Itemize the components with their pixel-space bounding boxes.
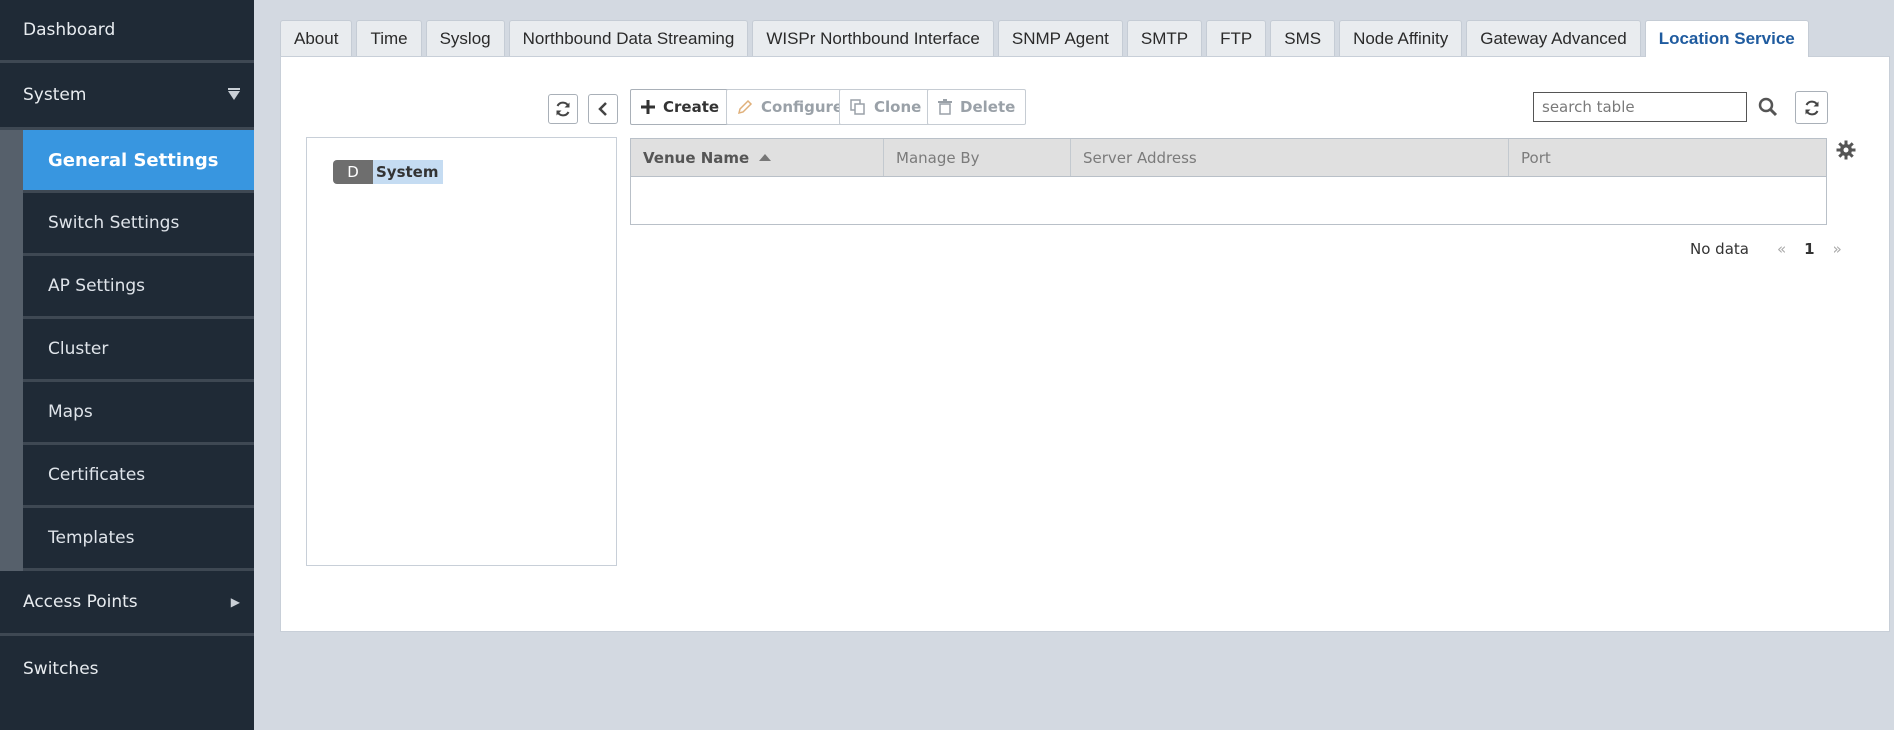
tab-sms[interactable]: SMS [1270, 20, 1336, 56]
tab-syslog[interactable]: Syslog [425, 20, 505, 56]
next-page-button[interactable]: » [1833, 240, 1842, 258]
pencil-icon [737, 99, 753, 115]
search-icon [1758, 97, 1778, 117]
tab-label: SMTP [1140, 28, 1189, 48]
nav-access-points-label: Access Points [23, 592, 138, 612]
tab-label: Node Affinity [1353, 28, 1449, 48]
create-button[interactable]: Create [630, 89, 731, 125]
collapse-tree-button[interactable] [588, 94, 618, 124]
nav-dashboard[interactable]: Dashboard [0, 0, 254, 63]
tab-label: Northbound Data Streaming [522, 28, 735, 48]
clone-button-label: Clone [874, 98, 922, 116]
column-label: Manage By [896, 148, 980, 167]
delete-button[interactable]: Delete [927, 89, 1027, 125]
location-service-table: Venue Name Manage By Server Address Port [630, 138, 1827, 225]
nav-switches[interactable]: Switches [0, 636, 254, 702]
tab-smtp[interactable]: SMTP [1126, 20, 1203, 56]
tab-about[interactable]: About [280, 20, 353, 56]
search-button[interactable] [1756, 95, 1780, 119]
tab-label: About [294, 28, 339, 48]
column-label: Port [1521, 148, 1551, 167]
sidebar-item-label: Templates [48, 528, 135, 548]
tab-label: Location Service [1658, 29, 1795, 48]
domain-tree: D System [306, 137, 617, 566]
column-header-port[interactable]: Port [1509, 139, 1826, 176]
sidebar-item-maps[interactable]: Maps [23, 382, 254, 445]
sidebar-item-label: Maps [48, 402, 93, 422]
nav-dashboard-label: Dashboard [23, 20, 116, 40]
tree-node-system[interactable]: D System [333, 160, 444, 184]
nav-switches-label: Switches [23, 659, 99, 679]
sidebar-item-cluster[interactable]: Cluster [23, 319, 254, 382]
sidebar-item-label: AP Settings [48, 276, 146, 296]
clone-button[interactable]: Clone [839, 89, 933, 125]
sidebar-item-general-settings[interactable]: General Settings [23, 130, 254, 193]
tab-time[interactable]: Time [356, 20, 422, 56]
tab-ftp[interactable]: FTP [1206, 20, 1267, 56]
tab-label: SMS [1284, 28, 1322, 48]
sidebar-item-label: Cluster [48, 339, 109, 359]
sidebar-item-label: General Settings [48, 149, 219, 171]
table-body-empty [631, 177, 1826, 225]
column-label: Server Address [1083, 148, 1197, 167]
column-header-server-address[interactable]: Server Address [1071, 139, 1509, 176]
tree-node-label: System [373, 160, 444, 184]
chevron-left-icon [598, 102, 607, 116]
sidebar-item-ap-settings[interactable]: AP Settings [23, 256, 254, 319]
tab-label: FTP [1220, 28, 1253, 48]
tab-label: Time [370, 28, 408, 48]
column-label: Venue Name [643, 148, 750, 167]
tab-label: WISPr Northbound Interface [766, 28, 980, 48]
nav-access-points[interactable]: Access Points ▶ [0, 571, 254, 636]
tab-northbound-data-streaming[interactable]: Northbound Data Streaming [508, 20, 749, 56]
configure-button-label: Configure [761, 98, 844, 116]
refresh-icon [1805, 100, 1818, 115]
tab-label: Syslog [439, 28, 491, 48]
refresh-icon [556, 101, 570, 117]
prev-page-button[interactable]: « [1777, 240, 1786, 258]
create-button-label: Create [663, 98, 720, 116]
sort-ascending-icon [759, 154, 772, 161]
tab-snmp-agent[interactable]: SNMP Agent [997, 20, 1123, 56]
configure-button[interactable]: Configure [726, 89, 855, 125]
sidebar-item-label: Certificates [48, 465, 146, 485]
sidebar-item-templates[interactable]: Templates [23, 508, 254, 571]
column-settings-button[interactable] [1836, 140, 1856, 164]
tab-wispr-northbound-interface[interactable]: WISPr Northbound Interface [752, 20, 994, 56]
search-table-input[interactable] [1533, 92, 1747, 122]
grid-refresh-button[interactable] [1795, 91, 1828, 124]
column-header-manage-by[interactable]: Manage By [884, 139, 1071, 176]
nav-system[interactable]: System [0, 63, 254, 130]
settings-tabs: About Time Syslog Northbound Data Stream… [280, 20, 1809, 57]
tree-refresh-button[interactable] [548, 94, 578, 124]
tab-location-service[interactable]: Location Service [1644, 20, 1809, 57]
expand-arrow-icon: ▶ [230, 595, 240, 609]
gear-icon [1836, 140, 1856, 160]
clone-icon [850, 99, 865, 115]
tab-label: SNMP Agent [1011, 28, 1109, 48]
collapse-arrow-icon [228, 87, 240, 100]
column-header-venue-name[interactable]: Venue Name [631, 139, 884, 176]
sidebar-item-switch-settings[interactable]: Switch Settings [23, 193, 254, 256]
table-header: Venue Name Manage By Server Address Port [631, 139, 1826, 177]
sidebar: Dashboard System General Settings Switch… [0, 0, 254, 730]
tab-gateway-advanced[interactable]: Gateway Advanced [1466, 20, 1641, 56]
system-submenu: General Settings Switch Settings AP Sett… [0, 130, 254, 571]
sidebar-item-certificates[interactable]: Certificates [23, 445, 254, 508]
tab-label: Gateway Advanced [1480, 28, 1627, 48]
pagination: No data « 1 » [1690, 240, 1842, 258]
plus-icon [641, 100, 655, 114]
pagination-status: No data [1690, 240, 1749, 258]
domain-badge: D [333, 160, 373, 184]
tab-node-affinity[interactable]: Node Affinity [1339, 20, 1463, 56]
nav-system-label: System [23, 85, 87, 105]
page-number[interactable]: 1 [1804, 240, 1814, 258]
sidebar-item-label: Switch Settings [48, 213, 180, 233]
delete-button-label: Delete [960, 98, 1016, 116]
trash-icon [938, 99, 952, 115]
